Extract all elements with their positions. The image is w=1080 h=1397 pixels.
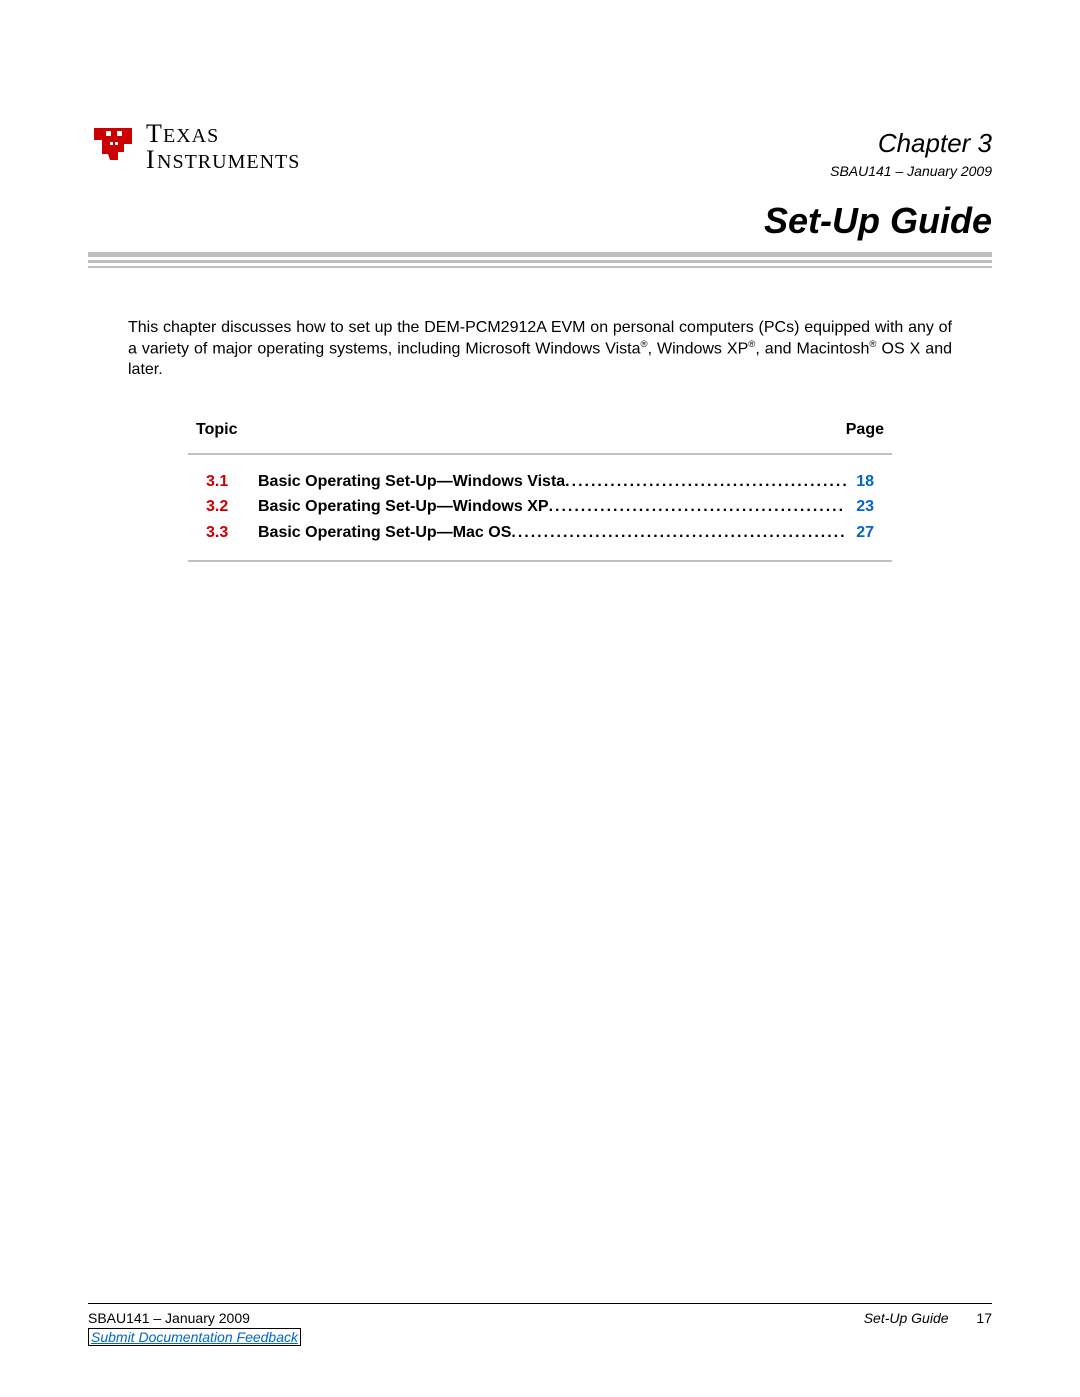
header-right: Chapter 3 SBAU141 – January 2009 xyxy=(830,110,992,179)
toc-section-title: Basic Operating Set-Up—Windows XP xyxy=(258,494,549,520)
toc-section-number: 3.2 xyxy=(206,494,258,520)
footer-title: Set-Up Guide xyxy=(864,1310,949,1326)
toc-section-number: 3.1 xyxy=(206,469,258,495)
footer-doc-info: SBAU141 – January 2009 xyxy=(88,1310,250,1326)
intro-paragraph: This chapter discusses how to set up the… xyxy=(128,318,952,381)
footer-row: SBAU141 – January 2009 Set-Up Guide 17 xyxy=(88,1310,992,1326)
page-header: T EXAS I NSTRUMENTS Chapter 3 SBAU141 – … xyxy=(88,110,992,180)
toc-leader-dots xyxy=(549,494,846,520)
toc-row[interactable]: 3.3 Basic Operating Set-Up—Mac OS 27 xyxy=(206,520,874,546)
svg-text:EXAS: EXAS xyxy=(163,125,219,147)
toc-leader-dots xyxy=(565,469,846,495)
svg-text:T: T xyxy=(146,119,163,148)
toc-page-label: Page xyxy=(846,421,884,439)
title-rule xyxy=(88,252,992,268)
toc-section-number: 3.3 xyxy=(206,520,258,546)
toc-row[interactable]: 3.1 Basic Operating Set-Up—Windows Vista… xyxy=(206,469,874,495)
texas-instruments-logo-icon: T EXAS I NSTRUMENTS xyxy=(88,110,348,180)
toc-row[interactable]: 3.2 Basic Operating Set-Up—Windows XP 23 xyxy=(206,494,874,520)
toc-bottom-rule xyxy=(188,560,892,562)
table-of-contents: Topic Page 3.1 Basic Operating Set-Up—Wi… xyxy=(188,421,892,562)
svg-text:I: I xyxy=(146,145,156,174)
toc-entries: 3.1 Basic Operating Set-Up—Windows Vista… xyxy=(188,469,892,546)
footer-page-number: 17 xyxy=(976,1310,992,1326)
svg-text:NSTRUMENTS: NSTRUMENTS xyxy=(157,151,300,173)
page-title: Set-Up Guide xyxy=(88,200,992,242)
toc-leader-dots xyxy=(511,520,846,546)
toc-page-number: 27 xyxy=(846,520,874,546)
toc-section-title: Basic Operating Set-Up—Mac OS xyxy=(258,520,511,546)
logo-area: T EXAS I NSTRUMENTS xyxy=(88,110,348,180)
toc-page-number: 23 xyxy=(846,494,874,520)
toc-page-number: 18 xyxy=(846,469,874,495)
submit-feedback-link[interactable]: Submit Documentation Feedback xyxy=(88,1328,301,1346)
document-info: SBAU141 – January 2009 xyxy=(830,163,992,179)
toc-topic-label: Topic xyxy=(196,421,237,439)
page-footer: SBAU141 – January 2009 Set-Up Guide 17 S… xyxy=(88,1303,992,1347)
toc-section-title: Basic Operating Set-Up—Windows Vista xyxy=(258,469,565,495)
chapter-label: Chapter 3 xyxy=(830,128,992,159)
toc-header: Topic Page xyxy=(188,421,892,455)
document-page: T EXAS I NSTRUMENTS Chapter 3 SBAU141 – … xyxy=(0,0,1080,1397)
